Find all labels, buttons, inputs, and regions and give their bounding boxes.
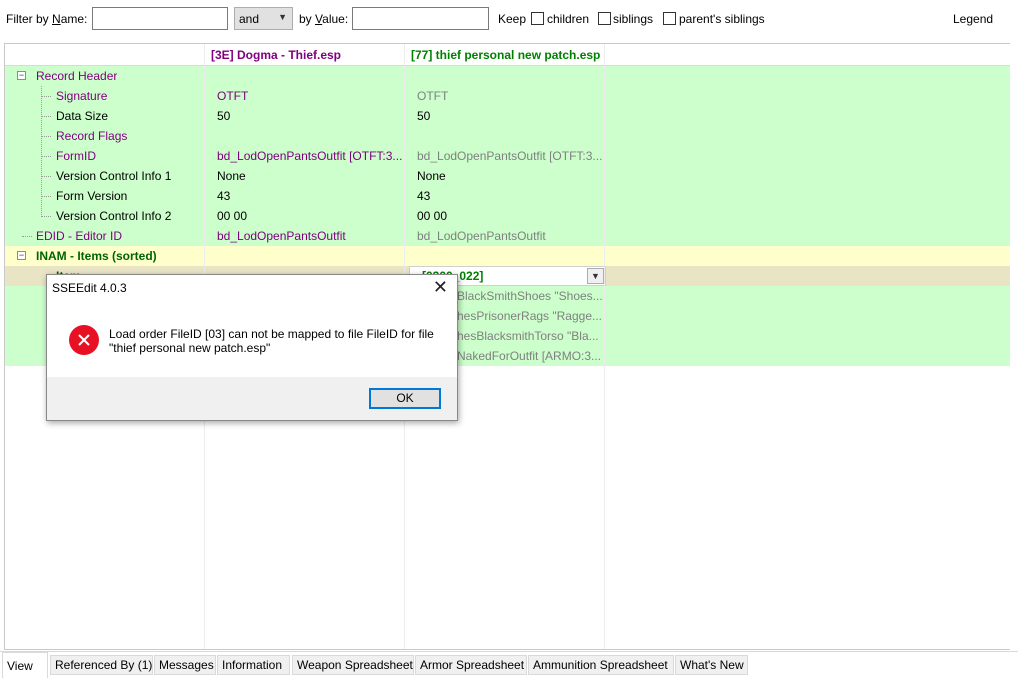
chevron-down-icon: ▼ — [278, 12, 287, 22]
row-value-plugin-2: BlackSmithShoes "Shoes... — [457, 289, 603, 303]
filter-by-value-label: by Value: — [299, 12, 349, 26]
tab-information[interactable]: Information — [217, 655, 290, 675]
tab-ammunition-spreadsheet[interactable]: Ammunition Spreadsheet — [528, 655, 674, 675]
row-label: FormID — [56, 149, 96, 163]
tree-connector — [41, 216, 51, 217]
grid-header: [3E] Dogma - Thief.esp [77] thief person… — [5, 44, 1010, 66]
row-value-plugin-2: bd_LodOpenPantsOutfit — [417, 229, 546, 243]
tree-connector — [22, 236, 32, 237]
dialog-title: SSEEdit 4.0.3 — [52, 281, 127, 295]
row-label: EDID - Editor ID — [36, 229, 123, 243]
tab-view[interactable]: View — [2, 652, 48, 678]
tree-connector — [41, 86, 42, 217]
collapse-icon[interactable]: − — [17, 251, 26, 260]
tab-referenced-by[interactable]: Referenced By (1) — [50, 655, 153, 675]
row-value-plugin-2: hesPrisonerRags "Ragge... — [457, 309, 603, 323]
keep-children-label: children — [547, 12, 590, 26]
filter-bar: Filter by Name: and ▼ by Value: Keep chi… — [0, 0, 1018, 40]
row-value-plugin-1: bd_LodOpenPantsOutfit — [217, 229, 346, 243]
tab-messages[interactable]: Messages — [154, 655, 216, 675]
error-icon — [69, 325, 99, 355]
dialog-message: Load order FileID [03] can not be mapped… — [109, 327, 434, 355]
row-label: Version Control Info 2 — [56, 209, 172, 223]
row-value-plugin-2: 43 — [417, 189, 431, 203]
row-value-plugin-1: bd_LodOpenPantsOutfit [OTFT:3... — [217, 149, 402, 163]
tree-row-record-flags[interactable]: Record Flags — [5, 126, 1010, 146]
close-icon[interactable]: ✕ — [433, 277, 448, 298]
row-label: Data Size — [56, 109, 109, 123]
column-header-plugin-2[interactable]: [77] thief personal new patch.esp — [411, 48, 600, 62]
tree-connector — [41, 116, 51, 117]
dialog-footer: OK — [47, 377, 457, 420]
filter-value-input[interactable] — [352, 7, 489, 30]
filter-name-input[interactable] — [92, 7, 228, 30]
row-label: Signature — [56, 89, 108, 103]
filter-by-name-label: Filter by Name: — [6, 12, 88, 26]
row-value-plugin-1: None — [217, 169, 246, 183]
filter-operator-value: and — [239, 12, 260, 26]
row-value-plugin-2: bd_LodOpenPantsOutfit [OTFT:3... — [417, 149, 603, 163]
filter-operator-select[interactable]: and ▼ — [234, 7, 293, 30]
row-value-plugin-1: OTFT — [217, 89, 249, 103]
row-value-plugin-1: 43 — [217, 189, 231, 203]
row-label: Version Control Info 1 — [56, 169, 172, 183]
keep-parents-siblings-label: parent's siblings — [679, 12, 765, 26]
row-value-plugin-2: None — [417, 169, 446, 183]
row-value-plugin-2: 00 00 — [417, 209, 448, 223]
tree-connector — [41, 176, 51, 177]
row-value-plugin-2: 50 — [417, 109, 431, 123]
row-label: Record Flags — [56, 129, 128, 143]
tree-connector — [41, 196, 51, 197]
tree-row-version-control-info-2[interactable]: Version Control Info 2 00 00 00 00 — [5, 206, 1010, 226]
column-header-plugin-1[interactable]: [3E] Dogma - Thief.esp — [211, 48, 341, 62]
keep-label: Keep — [498, 12, 527, 26]
tree-row-signature[interactable]: Signature OTFT OTFT — [5, 86, 1010, 106]
keep-siblings-label: siblings — [613, 12, 654, 26]
tree-row-inam-items[interactable]: − INAM - Items (sorted) — [5, 246, 1010, 266]
collapse-icon[interactable]: − — [17, 71, 26, 80]
tab-armor-spreadsheet[interactable]: Armor Spreadsheet — [415, 655, 527, 675]
error-dialog: SSEEdit 4.0.3 ✕ Load order FileID [03] c… — [46, 274, 458, 421]
legend-button[interactable]: Legend — [953, 12, 993, 26]
bottom-tab-bar: View Referenced By (1) Messages Informat… — [0, 651, 1018, 679]
row-label: Record Header — [36, 69, 118, 83]
chevron-down-icon[interactable]: ▼ — [587, 268, 604, 284]
keep-parents-siblings-checkbox[interactable] — [663, 12, 676, 25]
row-value-plugin-2: OTFT — [417, 89, 449, 103]
tree-connector — [41, 156, 51, 157]
tab-weapon-spreadsheet[interactable]: Weapon Spreadsheet — [292, 655, 414, 675]
row-value-plugin-1: 00 00 — [217, 209, 248, 223]
tab-whats-new[interactable]: What's New — [675, 655, 748, 675]
tree-connector — [41, 96, 51, 97]
keep-children-checkbox[interactable] — [531, 12, 544, 25]
tree-connector — [41, 136, 51, 137]
keep-siblings-checkbox[interactable] — [598, 12, 611, 25]
tree-row-formid[interactable]: FormID bd_LodOpenPantsOutfit [OTFT:3... … — [5, 146, 1010, 166]
tree-row-version-control-info-1[interactable]: Version Control Info 1 None None — [5, 166, 1010, 186]
row-label: INAM - Items (sorted) — [36, 249, 157, 263]
row-label: Form Version — [56, 189, 128, 203]
tree-row-edid[interactable]: EDID - Editor ID bd_LodOpenPantsOutfit b… — [5, 226, 1010, 246]
row-value-plugin-1: 50 — [217, 109, 231, 123]
row-value-plugin-2: NakedForOutfit [ARMO:3... — [457, 349, 602, 363]
tree-row-form-version[interactable]: Form Version 43 43 — [5, 186, 1010, 206]
row-value-plugin-2: hesBlacksmithTorso "Bla... — [457, 329, 599, 343]
column-divider[interactable] — [604, 44, 605, 649]
tree-row-data-size[interactable]: Data Size 50 50 — [5, 106, 1010, 126]
tree-row-record-header[interactable]: − Record Header — [5, 66, 1010, 86]
ok-button[interactable]: OK — [369, 388, 441, 409]
